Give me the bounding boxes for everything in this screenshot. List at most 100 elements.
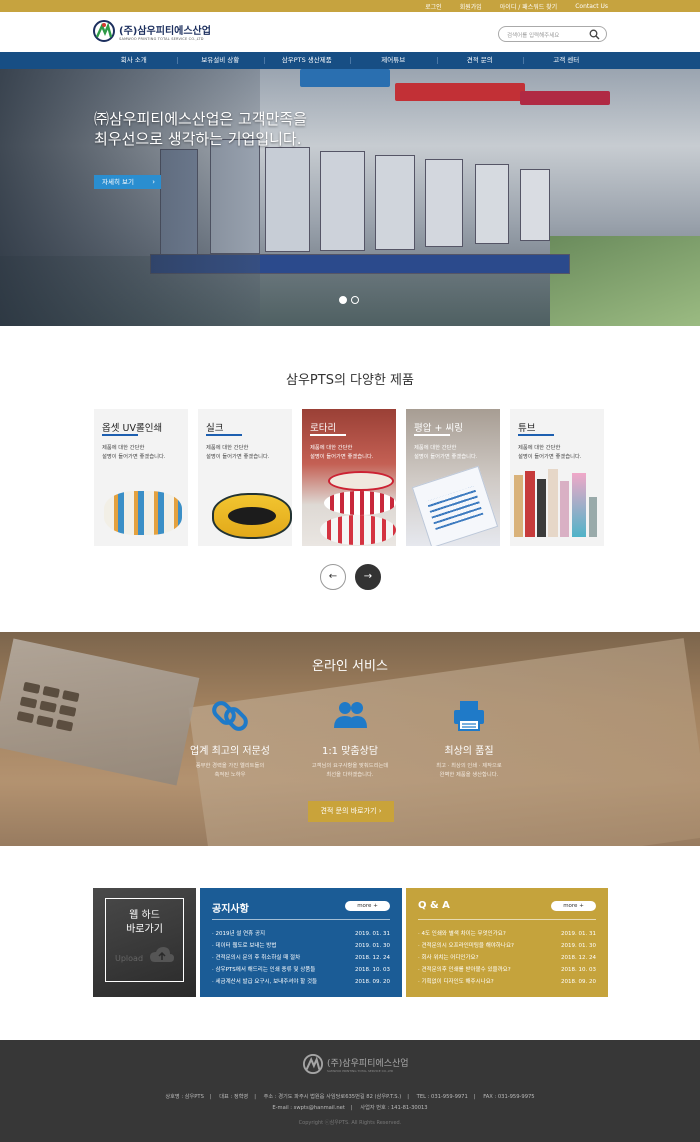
notice-more-button[interactable]: more + bbox=[345, 901, 390, 911]
webhard-title: 웹 하드 바로가기 bbox=[93, 909, 196, 937]
divider bbox=[418, 919, 596, 920]
feature-desc-line1: 최고 · 최상의 인쇄 · 제작으로 bbox=[436, 763, 502, 769]
product-image bbox=[320, 471, 396, 546]
hero-banner: ㈜삼우피티에스산업은 고객만족을 최우선으로 생각하는 기업입니다. 자세히 보… bbox=[0, 69, 700, 326]
list-item[interactable]: · 회사 위치는 어디인가요? 2018. 12. 24 bbox=[418, 952, 596, 964]
product-desc-line1: 제품에 대한 간단한 bbox=[102, 445, 145, 451]
hero-machine bbox=[320, 151, 365, 251]
site-logo[interactable]: (주)삼우피티에스산업 SAMWOO PRINTING TOTAL SERVIC… bbox=[93, 20, 211, 42]
qna-more-button[interactable]: more + bbox=[551, 901, 596, 911]
nav-products[interactable]: 삼우PTS 생산제품 bbox=[263, 52, 351, 69]
slider-dot-1[interactable] bbox=[339, 296, 347, 304]
product-name: 옵셋 UV롤인쇄 bbox=[102, 423, 163, 434]
list-item[interactable]: · 4도 인쇄와 별색 차이는 무엇인가요? 2019. 01. 31 bbox=[418, 928, 596, 940]
cloud-upload-icon bbox=[150, 947, 174, 962]
feature-desc: 고객님의 요구사항을 맞춰드리는데최선을 다하겠습니다. bbox=[300, 762, 400, 780]
more-label: more bbox=[357, 903, 372, 909]
list-item[interactable]: · 세금계산서 발급 요구시, 보내주셔야 할 것들 2018. 09. 20 bbox=[212, 976, 390, 988]
product-desc-line2: 설명이 들어가면 좋겠습니다. bbox=[102, 454, 166, 460]
feature-desc: 풍부한 경력을 가진 엘리트들의 축적된 노하우 bbox=[180, 762, 280, 780]
product-image bbox=[104, 479, 184, 539]
product-desc: 제품에 대한 간단한 설명이 들어가면 좋겠습니다. bbox=[414, 444, 496, 462]
product-name: 튜브 bbox=[518, 423, 536, 434]
product-desc-line1: 제품에 대한 간단한 bbox=[518, 445, 561, 451]
list-item-date: 2019. 01. 30 bbox=[355, 943, 390, 949]
footer-fax: FAX : 031-959-9975 bbox=[483, 1094, 535, 1100]
search-box[interactable]: 검색어를 입력해주세요 bbox=[498, 26, 607, 42]
printer-icon bbox=[454, 701, 484, 731]
hero-bg-carpet bbox=[550, 236, 700, 326]
product-desc: 제품에 대한 간단한설명이 들어가면 좋겠습니다. bbox=[518, 444, 600, 462]
product-slider-controls: ← → bbox=[320, 564, 381, 590]
more-label: more bbox=[563, 903, 578, 909]
feature-title: 최상의 품질 bbox=[444, 746, 494, 757]
list-item[interactable]: · 견적문의후 인쇄를 받아볼수 있을까요? 2018. 10. 03 bbox=[418, 964, 596, 976]
list-item-date: 2019. 01. 30 bbox=[561, 943, 596, 949]
chevron-right-icon: › bbox=[378, 807, 382, 815]
footer-ceo: 대표 : 정혁영 bbox=[219, 1094, 249, 1100]
feature-desc-line2: 최선을 다하겠습니다. bbox=[326, 772, 374, 778]
feature-consulting: 1:1 맞춤상담 고객님의 요구사항을 맞춰드리는데 최선을 다하겠습니다. bbox=[300, 698, 400, 780]
top-utility-bar: 로그인 회원가입 아이디 / 패스워드 찾기 Contact Us bbox=[0, 0, 700, 12]
product-card-flatbed-sealing[interactable]: 평압 + 씨링 제품에 대한 간단한 설명이 들어가면 좋겠습니다. bbox=[406, 409, 500, 546]
feature-desc-line1: 고객님의 요구사항을 맞춰드리는데 bbox=[311, 763, 389, 769]
hero-bg-banner bbox=[300, 69, 390, 87]
login-link[interactable]: 로그인 bbox=[425, 2, 442, 11]
product-card-offset-uv[interactable]: 옵셋 UV롤인쇄 제품에 대한 간단한설명이 들어가면 좋겠습니다. bbox=[94, 409, 188, 546]
product-card-rotary[interactable]: 로타리 제품에 대한 간단한 설명이 들어가면 좋겠습니다. bbox=[302, 409, 396, 546]
footer-copyright: Copyright ⓒ삼우PTS. All Rights Reserved. bbox=[298, 1120, 402, 1126]
list-item-title: 회사 위치는 어디인가요? bbox=[421, 955, 479, 961]
nav-company-intro[interactable]: 회사 소개 bbox=[91, 52, 178, 69]
plus-icon: + bbox=[579, 903, 584, 909]
footer-logo-text-ko: (주)삼우피티에스산업 bbox=[327, 1058, 409, 1069]
product-card-silk[interactable]: 실크 제품에 대한 간단한 설명이 들어가면 좋겠습니다. bbox=[198, 409, 292, 546]
list-item-date: 2018. 10. 03 bbox=[561, 967, 596, 973]
search-icon[interactable] bbox=[589, 29, 600, 40]
logo-icon bbox=[303, 1054, 323, 1074]
product-name: 평압 + 씨링 bbox=[414, 423, 463, 434]
divider bbox=[212, 919, 390, 920]
list-item[interactable]: · 기획없이 디자인도 해주시나요? 2018. 09. 20 bbox=[418, 976, 596, 988]
product-desc: 제품에 대한 간단한설명이 들어가면 좋겠습니다. bbox=[102, 444, 184, 462]
feature-desc-line1: 풍부한 경력을 가진 엘리트들의 bbox=[195, 763, 265, 769]
find-account-link[interactable]: 아이디 / 패스워드 찾기 bbox=[500, 2, 557, 11]
list-item[interactable]: · 데이터 웹도로 보내는 방법 2019. 01. 30 bbox=[212, 940, 390, 952]
nav-equipment[interactable]: 보유설비 상황 bbox=[177, 52, 264, 69]
footer-info-line1: 상호명 : 삼우PTS | 대표 : 정혁영 | 주소 : 경기도 파주시 법원읍 … bbox=[165, 1094, 535, 1100]
product-cards: 옵셋 UV롤인쇄 제품에 대한 간단한설명이 들어가면 좋겠습니다. 실크 제품… bbox=[94, 409, 604, 546]
arrow-left-icon[interactable]: ← bbox=[320, 564, 346, 590]
chevron-right-icon: › bbox=[152, 178, 155, 186]
product-desc-line2: 설명이 들어가면 좋겠습니다. bbox=[414, 454, 478, 460]
signup-link[interactable]: 회원가입 bbox=[460, 2, 482, 11]
list-item[interactable]: · 견적문의시 문의 후 취소하실 때 절차 2018. 12. 24 bbox=[212, 952, 390, 964]
search-placeholder[interactable]: 검색어를 입력해주세요 bbox=[507, 31, 559, 39]
logo-text-en: SAMWOO PRINTING TOTAL SERVICE CO.,LTD bbox=[119, 36, 204, 41]
quote-inquiry-button[interactable]: 견적 문의 바로가기 › bbox=[308, 801, 394, 822]
footer-logo: (주)삼우피티에스산업 SAMWOO PRINTING TOTAL SERVIC… bbox=[303, 1054, 409, 1074]
product-card-tube[interactable]: 튜브 제품에 대한 간단한설명이 들어가면 좋겠습니다. bbox=[510, 409, 604, 546]
contact-us-link[interactable]: Contact Us bbox=[575, 3, 608, 10]
hero-detail-button-label: 자세히 보기 bbox=[102, 178, 134, 186]
site-header: (주)삼우피티에스산업 SAMWOO PRINTING TOTAL SERVIC… bbox=[0, 12, 700, 52]
arrow-right-icon[interactable]: → bbox=[355, 564, 381, 590]
list-item-title: 삼우PTS에서 해드리는 인쇄 종류 및 상품들 bbox=[215, 967, 316, 973]
list-item-date: 2018. 12. 24 bbox=[561, 955, 596, 961]
nav-quote[interactable]: 견적 문의 bbox=[436, 52, 524, 69]
product-underline bbox=[310, 434, 346, 436]
list-item[interactable]: · 견적문의시 오프라인미팅을 해야하나요? 2019. 01. 30 bbox=[418, 940, 596, 952]
notice-list: · 2019년 설 연휴 공지 2019. 01. 31 · 데이터 웹도로 보내… bbox=[212, 928, 390, 988]
product-desc: 제품에 대한 간단한 설명이 들어가면 좋겠습니다. bbox=[310, 444, 392, 462]
hero-detail-button[interactable]: 자세히 보기 › bbox=[94, 175, 161, 189]
webhard-shortcut[interactable]: 웹 하드 바로가기 Upload bbox=[93, 888, 196, 997]
list-item[interactable]: · 2019년 설 연휴 공지 2019. 01. 31 bbox=[212, 928, 390, 940]
nav-customer-center[interactable]: 고객 센터 bbox=[523, 52, 610, 69]
feature-quality: 최상의 품질 최고 · 최상의 인쇄 · 제작으로 완벽한 제품을 생산합니다. bbox=[419, 698, 519, 780]
slider-dot-2[interactable] bbox=[351, 296, 359, 304]
site-footer: (주)삼우피티에스산업 SAMWOO PRINTING TOTAL SERVIC… bbox=[0, 1040, 700, 1142]
nav-control-tube[interactable]: 제어튜브 bbox=[350, 52, 437, 69]
list-item-title: 견적문의시 문의 후 취소하실 때 절차 bbox=[215, 955, 301, 961]
hero-machine bbox=[425, 159, 463, 247]
product-desc-line2: 설명이 들어가면 좋겠습니다. bbox=[518, 454, 582, 460]
list-item[interactable]: · 삼우PTS에서 해드리는 인쇄 종류 및 상품들 2018. 10. 03 bbox=[212, 964, 390, 976]
list-item-date: 2019. 01. 31 bbox=[561, 931, 596, 937]
